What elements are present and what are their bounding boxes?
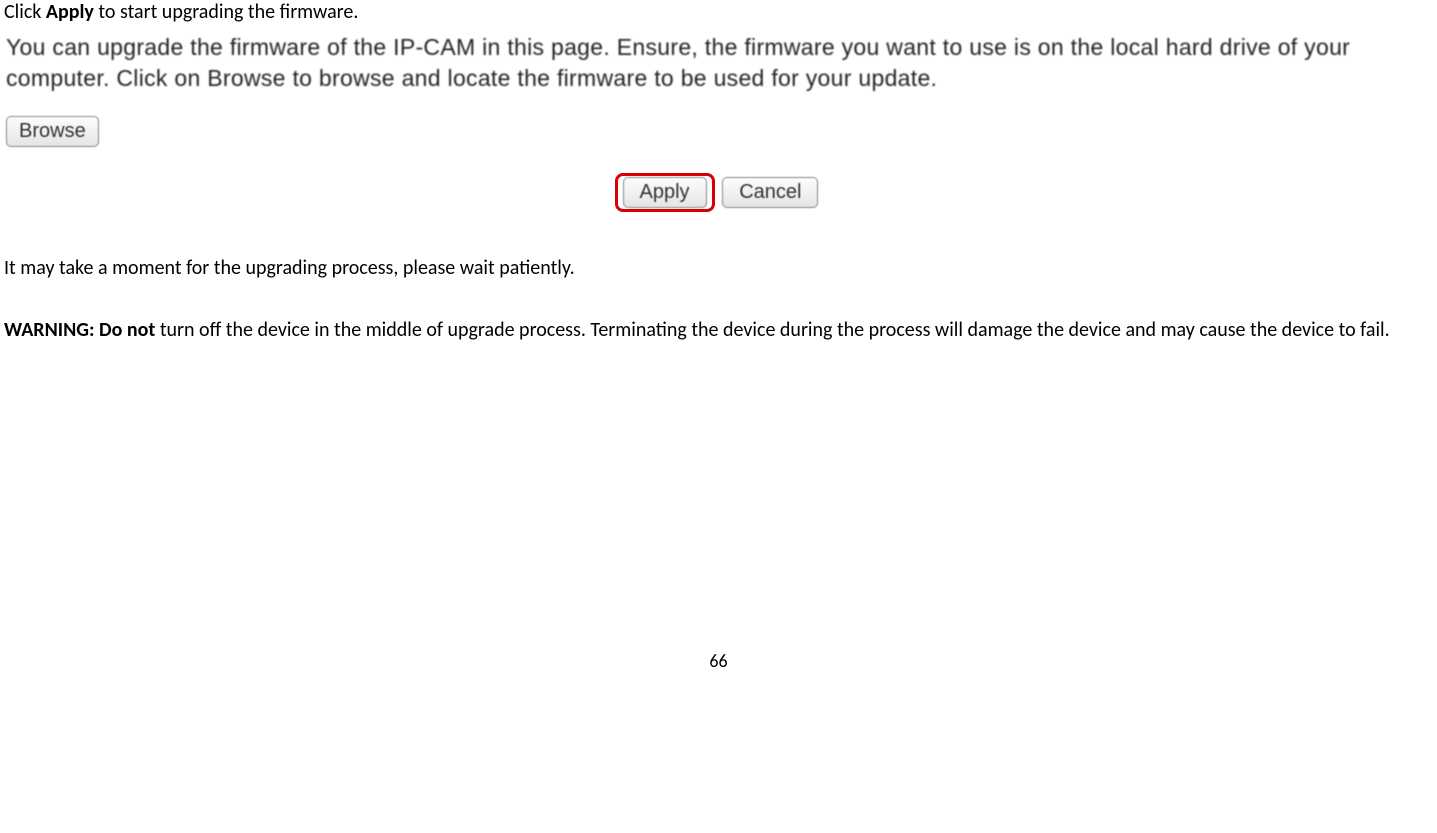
warning-prefix: WARNING: Do not (4, 318, 155, 342)
body-text: It may take a moment for the upgrading p… (4, 248, 1433, 350)
panel-description: You can upgrade the firmware of the IP-C… (4, 30, 1433, 100)
warning-paragraph: WARNING: Do not turn off the device in t… (4, 310, 1433, 350)
wait-paragraph: It may take a moment for the upgrading p… (4, 248, 1433, 288)
apply-highlight: Apply (615, 173, 715, 212)
page-number: 66 (4, 650, 1433, 682)
instruction-apply-word: Apply (46, 0, 94, 24)
instruction-pre: Click (4, 0, 46, 24)
instruction-post: to start upgrading the firmware. (94, 0, 358, 24)
instruction-line: Click Apply to start upgrading the firmw… (4, 0, 1433, 24)
warning-rest: turn off the device in the middle of upg… (155, 318, 1389, 342)
action-row: Apply Cancel (4, 173, 1433, 212)
browse-area: Browse (6, 116, 1433, 147)
browse-button[interactable]: Browse (6, 116, 99, 147)
apply-button[interactable]: Apply (623, 177, 707, 208)
cancel-button[interactable]: Cancel (722, 177, 818, 208)
document-page: Click Apply to start upgrading the firmw… (0, 0, 1437, 682)
firmware-upgrade-panel: You can upgrade the firmware of the IP-C… (4, 30, 1433, 212)
